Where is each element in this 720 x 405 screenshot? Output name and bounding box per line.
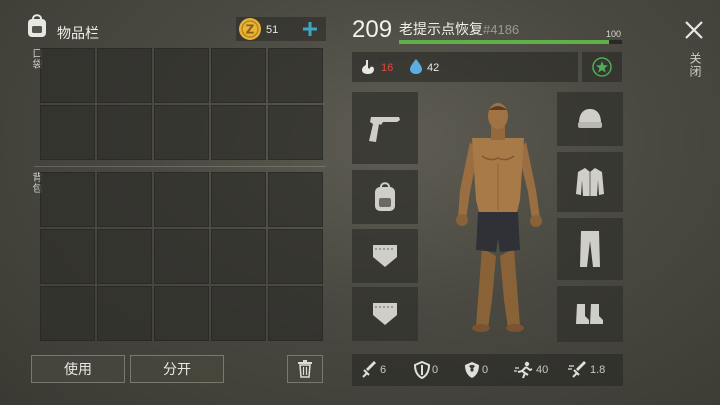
xp-bar-fill — [399, 40, 609, 44]
jacket-icon — [576, 168, 604, 196]
speed-stat: 40 — [514, 356, 548, 384]
feet-slot[interactable] — [557, 286, 623, 342]
shield-icon — [414, 361, 430, 379]
backpack-slot[interactable] — [154, 229, 209, 284]
xp-max: 100 — [606, 29, 622, 39]
pocket-icon — [373, 245, 397, 267]
player-level: 209 — [352, 16, 393, 43]
backpack-slot[interactable] — [97, 286, 152, 341]
section-divider — [34, 166, 326, 167]
sword-icon — [362, 361, 376, 378]
pocket-slot[interactable] — [211, 105, 266, 160]
coin-icon: Z — [239, 18, 261, 40]
inventory-panel: 物品栏 Z 51 口袋 背包 使用 分开 — [0, 0, 340, 405]
backpack-equip-slot[interactable] — [352, 170, 418, 224]
player-id: #4186 — [483, 22, 520, 37]
water-drop-icon — [410, 59, 422, 74]
backpack-slot[interactable] — [154, 172, 209, 227]
backpack-slot[interactable] — [268, 286, 323, 341]
stomach-icon — [362, 60, 374, 74]
speed-value: 40 — [536, 364, 549, 376]
pocket-slot[interactable] — [97, 105, 152, 160]
beanie-hat-icon — [578, 109, 602, 128]
backpack-slot[interactable] — [40, 286, 95, 341]
radiation-stat: 0 — [464, 356, 488, 384]
backpack-slot[interactable] — [268, 172, 323, 227]
backpack-slot[interactable] — [211, 229, 266, 284]
pants-icon — [580, 231, 600, 267]
attack-stat: 6 — [360, 356, 386, 384]
backpack-slot[interactable] — [97, 172, 152, 227]
backpack-slot[interactable] — [97, 229, 152, 284]
trash-button[interactable] — [287, 355, 323, 383]
head-slot[interactable] — [557, 92, 623, 146]
attack-value: 6 — [380, 364, 387, 376]
hunger-value: 16 — [381, 62, 394, 74]
split-button[interactable]: 分开 — [130, 355, 224, 383]
backpack-icon — [375, 182, 395, 211]
torso-slot[interactable] — [557, 152, 623, 212]
rank-button[interactable] — [582, 52, 622, 82]
pocket-slot[interactable] — [97, 48, 152, 103]
use-button[interactable]: 使用 — [31, 355, 125, 383]
inventory-title: 物品栏 — [57, 25, 99, 41]
svg-text:Z: Z — [246, 23, 255, 37]
pocket-slot[interactable] — [211, 48, 266, 103]
close-label: 关闭 — [688, 52, 702, 78]
armor-stat: 0 — [414, 356, 438, 384]
pocket-slot[interactable] — [40, 48, 95, 103]
backpack-slot[interactable] — [40, 172, 95, 227]
pocket-icon — [373, 303, 397, 325]
character-panel: 209 老提示点恢复#4186 100 16 42 6 0 0 40 1.8 — [340, 0, 670, 405]
running-icon — [514, 361, 533, 379]
xp-bar — [399, 40, 622, 44]
attack-speed-value: 1.8 — [590, 364, 606, 376]
trash-icon — [298, 360, 312, 378]
attack-speed-stat: 1.8 — [568, 356, 605, 384]
backpack-slot[interactable] — [211, 172, 266, 227]
backpack-slot[interactable] — [268, 229, 323, 284]
legs-slot[interactable] — [557, 218, 623, 280]
star-badge-icon — [592, 57, 612, 77]
boots-icon — [576, 304, 603, 324]
player-name-text: 老提示点恢复 — [399, 21, 483, 37]
armor-value: 0 — [432, 364, 439, 376]
add-coins-button[interactable] — [302, 21, 318, 37]
pocket-slot[interactable] — [154, 48, 209, 103]
backpack-slot[interactable] — [154, 286, 209, 341]
backpack-slot[interactable] — [211, 286, 266, 341]
character-model — [456, 103, 542, 332]
pistol-icon — [369, 117, 400, 142]
pocket-slot[interactable] — [268, 48, 323, 103]
radiation-value: 0 — [482, 364, 489, 376]
backpack-slot[interactable] — [40, 229, 95, 284]
radiation-shield-icon — [465, 362, 479, 378]
close-button[interactable]: 关闭 — [676, 18, 712, 88]
backpack-icon — [28, 14, 46, 37]
pocket-slot[interactable] — [40, 105, 95, 160]
player-name: 老提示点恢复#4186 — [399, 19, 519, 39]
coin-count: 51 — [266, 24, 279, 36]
weapon-slot[interactable] — [352, 92, 418, 164]
pocket-equip-slot[interactable] — [352, 229, 418, 283]
pocket-slot[interactable] — [154, 105, 209, 160]
pocket-slot[interactable] — [268, 105, 323, 160]
thirst-value: 42 — [427, 62, 440, 74]
pocket-equip-slot[interactable] — [352, 287, 418, 341]
sword-speed-icon — [568, 361, 586, 378]
close-icon — [685, 21, 703, 39]
